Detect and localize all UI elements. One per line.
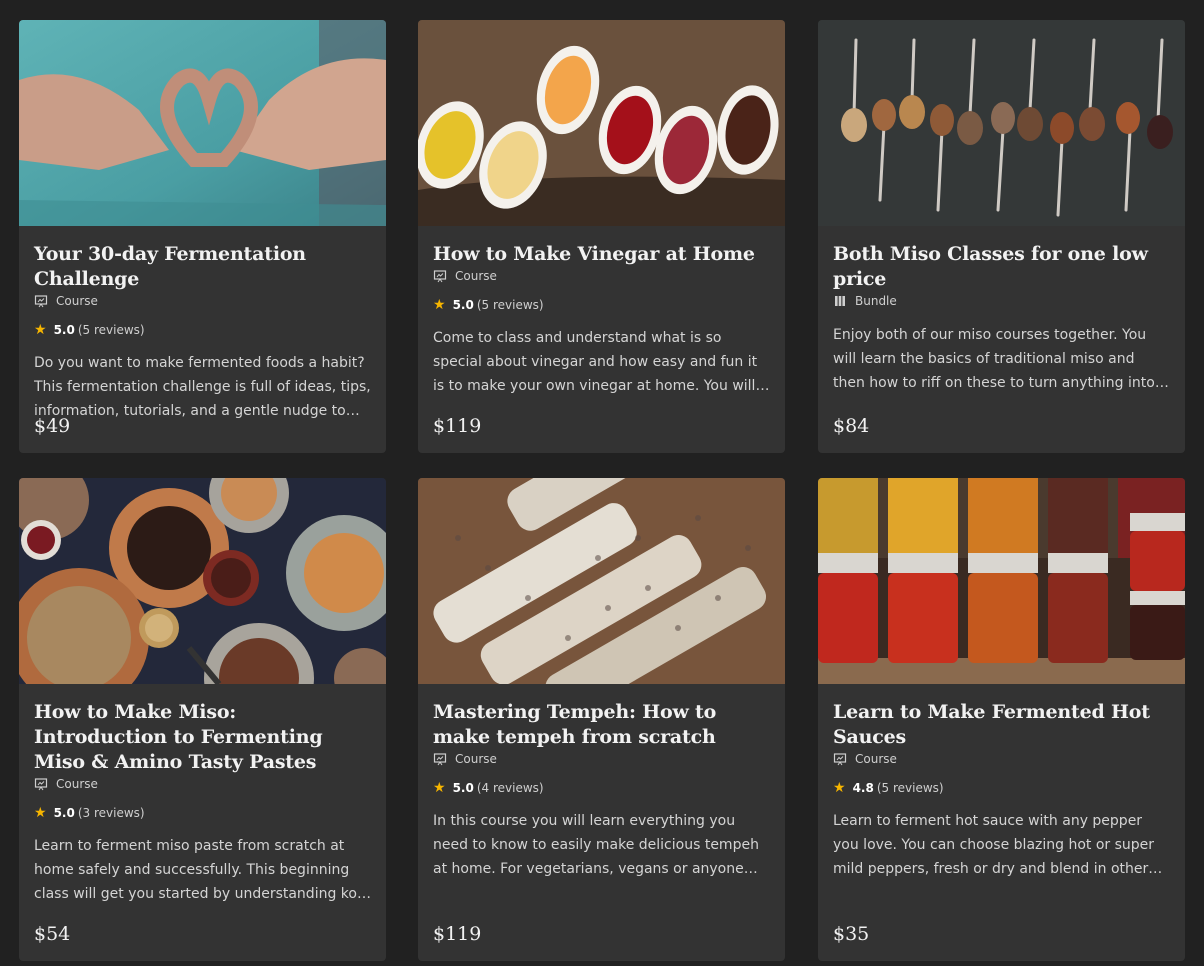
course-title[interactable]: Mastering Tempeh: How to make tempeh fro… [433,700,770,750]
course-rating: ★ 5.0 (5 reviews) [34,322,371,338]
rating-score: 5.0 [452,781,474,795]
review-count: (5 reviews) [77,323,145,337]
course-type: Course [433,751,770,767]
course-description: Come to class and understand what is so … [433,330,758,394]
star-icon: ★ [433,780,446,796]
course-description: Enjoy both of our miso courses together.… [833,327,1168,391]
course-price: $35 [833,923,870,945]
rating-score: 4.8 [852,781,874,795]
course-card[interactable]: Mastering Tempeh: How to make tempeh fro… [418,478,785,961]
course-description: Learn to ferment miso paste from scratch… [34,838,365,902]
course-description: Do you want to make fermented foods a ha… [34,355,371,419]
course-card[interactable]: Both Miso Classes for one low price Bund… [818,20,1185,453]
course-rating: ★ 5.0 (3 reviews) [34,805,371,821]
star-icon: ★ [34,322,47,338]
course-thumbnail[interactable] [19,478,386,684]
star-icon: ★ [34,805,47,821]
course-card[interactable]: How to Make Vinegar at Home Course ★ 5.0… [418,20,785,453]
course-thumbnail[interactable] [19,20,386,226]
course-rating: ★ 4.8 (5 reviews) [833,780,1170,796]
course-rating: ★ 5.0 (4 reviews) [433,780,770,796]
star-icon: ★ [833,780,846,796]
presentation-icon [34,294,48,308]
course-description: Learn to ferment hot sauce with any pepp… [833,813,1155,877]
course-type: Course [833,751,1170,767]
rating-score: 5.0 [53,806,75,820]
presentation-icon [34,777,48,791]
course-title[interactable]: Both Miso Classes for one low price [833,242,1170,292]
review-count: (3 reviews) [77,806,145,820]
presentation-icon [433,752,447,766]
course-type: Course [34,776,371,792]
course-rating: ★ 5.0 (5 reviews) [433,297,770,313]
course-type: Bundle [833,293,1170,309]
course-type-label: Course [56,294,98,308]
course-price: $84 [833,415,870,437]
course-title[interactable]: Your 30-day Fermentation Challenge [34,242,371,292]
rating-score: 5.0 [452,298,474,312]
course-type-label: Course [455,269,497,283]
course-card[interactable]: Learn to Make Fermented Hot Sauces Cours… [818,478,1185,961]
presentation-icon [833,752,847,766]
course-price: $49 [34,415,71,437]
course-title[interactable]: Learn to Make Fermented Hot Sauces [833,700,1170,750]
star-icon: ★ [433,297,446,313]
course-description: In this course you will learn everything… [433,813,759,877]
course-type-label: Course [455,752,497,766]
course-title[interactable]: How to Make Miso: Introduction to Fermen… [34,700,371,775]
review-count: (5 reviews) [476,298,544,312]
course-card[interactable]: Your 30-day Fermentation Challenge Cours… [19,20,386,453]
review-count: (5 reviews) [876,781,944,795]
course-price: $119 [433,415,482,437]
course-type: Course [34,293,371,309]
course-card[interactable]: How to Make Miso: Introduction to Fermen… [19,478,386,961]
course-thumbnail[interactable] [818,478,1185,684]
review-count: (4 reviews) [476,781,544,795]
course-type-label: Course [855,752,897,766]
course-grid: Your 30-day Fermentation Challenge Cours… [0,0,1204,966]
course-type-label: Bundle [855,294,897,308]
course-thumbnail[interactable] [418,20,785,226]
presentation-icon [433,269,447,283]
bundle-icon [833,294,847,308]
course-type-label: Course [56,777,98,791]
course-price: $119 [433,923,482,945]
rating-score: 5.0 [53,323,75,337]
course-title[interactable]: How to Make Vinegar at Home [433,242,770,267]
course-type: Course [433,268,770,284]
course-price: $54 [34,923,71,945]
course-thumbnail[interactable] [818,20,1185,226]
course-thumbnail[interactable] [418,478,785,684]
